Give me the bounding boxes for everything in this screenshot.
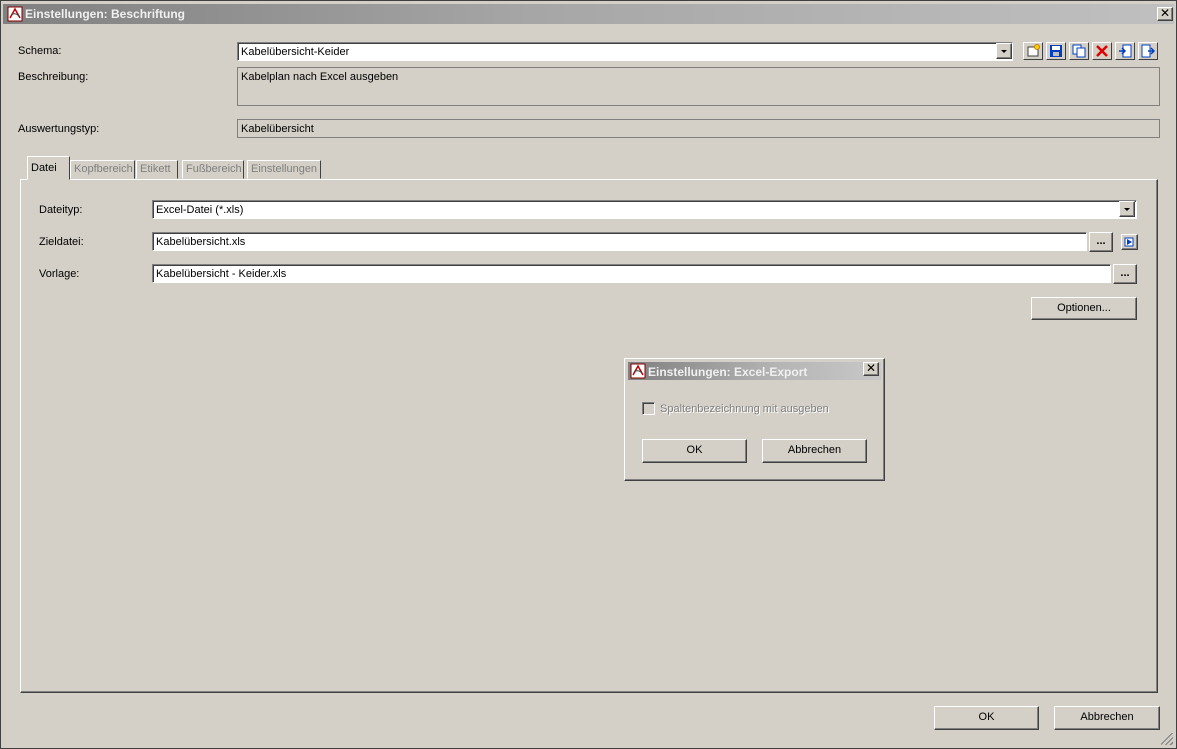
beschreibung-label: Beschreibung: <box>18 71 89 83</box>
tab-label: Kopfbereich <box>74 163 133 175</box>
schema-label: Schema: <box>18 45 62 57</box>
schema-dropdown-button[interactable] <box>996 43 1012 59</box>
delete-schema-button[interactable] <box>1092 42 1112 60</box>
tab-label: Etikett <box>140 163 171 175</box>
ok-label: OK <box>686 444 703 456</box>
beschreibung-textarea[interactable]: Kabelplan nach Excel ausgeben <box>237 67 1160 106</box>
zieldatei-input[interactable]: Kabelübersicht.xls <box>152 232 1087 251</box>
dialog-cancel-button[interactable]: Abbrechen <box>762 439 867 463</box>
zieldatei-value: Kabelübersicht.xls <box>156 236 246 248</box>
schema-value: Kabelübersicht-Keider <box>241 46 350 58</box>
browse-label: ... <box>1096 235 1106 247</box>
zieldatei-label: Zieldatei: <box>39 236 84 248</box>
tab-label: Einstellungen <box>251 163 318 175</box>
tab-label: Datei <box>31 162 57 174</box>
import-schema-button[interactable] <box>1115 42 1135 60</box>
import-icon <box>1119 44 1132 58</box>
beschreibung-value: Kabelplan nach Excel ausgeben <box>241 71 399 83</box>
app-icon <box>7 6 23 22</box>
spaltenbezeichnung-checkbox[interactable] <box>642 402 655 415</box>
copy-schema-button[interactable] <box>1069 42 1089 60</box>
auswertungstyp-label: Auswertungstyp: <box>18 123 100 135</box>
tab-etikett[interactable]: Etikett <box>136 160 178 179</box>
tab-panel-datei <box>20 179 1158 693</box>
close-icon: ✕ <box>865 361 877 375</box>
schema-combobox[interactable]: Kabelübersicht-Keider <box>237 42 1013 61</box>
save-icon <box>1050 45 1062 57</box>
vorlage-input[interactable]: Kabelübersicht - Keider.xls <box>152 264 1111 283</box>
auswertungstyp-field: Kabelübersicht <box>237 119 1160 138</box>
window-title: Einstellungen: Beschriftung <box>25 7 186 21</box>
save-schema-button[interactable] <box>1046 42 1066 60</box>
tab-label: Fußbereich <box>186 163 242 175</box>
window-close-button[interactable]: ✕ <box>1157 7 1173 21</box>
spaltenbezeichnung-label: Spaltenbezeichnung mit ausgeben <box>660 403 829 415</box>
delete-icon <box>1096 45 1108 57</box>
tab-kopfbereich[interactable]: Kopfbereich <box>70 160 135 179</box>
settings-window: Einstellungen: Beschriftung ✕ Schema: Ka… <box>0 0 1177 749</box>
vorlage-browse-button[interactable]: ... <box>1113 264 1137 284</box>
dialog-titlebar[interactable]: Einstellungen: Excel-Export <box>628 362 881 380</box>
dialog-ok-button[interactable]: OK <box>642 439 747 463</box>
dialog-close-button[interactable]: ✕ <box>863 362 879 376</box>
new-icon <box>1027 44 1040 57</box>
optionen-label: Optionen... <box>1057 302 1111 314</box>
export-schema-button[interactable] <box>1138 42 1158 60</box>
tab-einstellungen[interactable]: Einstellungen <box>247 160 321 179</box>
vorlage-value: Kabelübersicht - Keider.xls <box>156 268 287 280</box>
ok-label: OK <box>978 711 995 723</box>
dateityp-value: Excel-Datei (*.xls) <box>156 204 244 216</box>
window-titlebar[interactable]: Einstellungen: Beschriftung <box>3 4 1174 24</box>
tab-datei[interactable]: Datei <box>27 156 70 180</box>
excel-export-dialog: Einstellungen: Excel-Export ✕ Spaltenbez… <box>624 358 885 481</box>
export-icon <box>1141 44 1155 58</box>
optionen-button[interactable]: Optionen... <box>1031 297 1137 320</box>
dateityp-combobox[interactable]: Excel-Datei (*.xls) <box>152 200 1137 219</box>
resize-grip[interactable] <box>1161 733 1173 745</box>
zieldatei-open-button[interactable] <box>1121 234 1138 250</box>
browse-label: ... <box>1120 267 1130 279</box>
dateityp-label: Dateityp: <box>39 204 83 216</box>
play-arrow-icon <box>1124 237 1134 247</box>
copy-icon <box>1072 44 1086 58</box>
zieldatei-browse-button[interactable]: ... <box>1089 232 1113 252</box>
dateityp-dropdown-button[interactable] <box>1119 201 1135 217</box>
ok-button[interactable]: OK <box>934 706 1039 730</box>
close-icon: ✕ <box>1159 6 1171 20</box>
cancel-button[interactable]: Abbrechen <box>1054 706 1160 730</box>
tab-fussbereich[interactable]: Fußbereich <box>182 160 244 179</box>
cancel-label: Abbrechen <box>787 444 842 456</box>
cancel-label: Abbrechen <box>1080 711 1134 723</box>
vorlage-label: Vorlage: <box>39 268 80 280</box>
new-schema-button[interactable] <box>1023 42 1043 60</box>
app-icon <box>630 363 646 382</box>
dialog-title: Einstellungen: Excel-Export <box>648 365 808 379</box>
auswertungstyp-value: Kabelübersicht <box>241 123 314 135</box>
